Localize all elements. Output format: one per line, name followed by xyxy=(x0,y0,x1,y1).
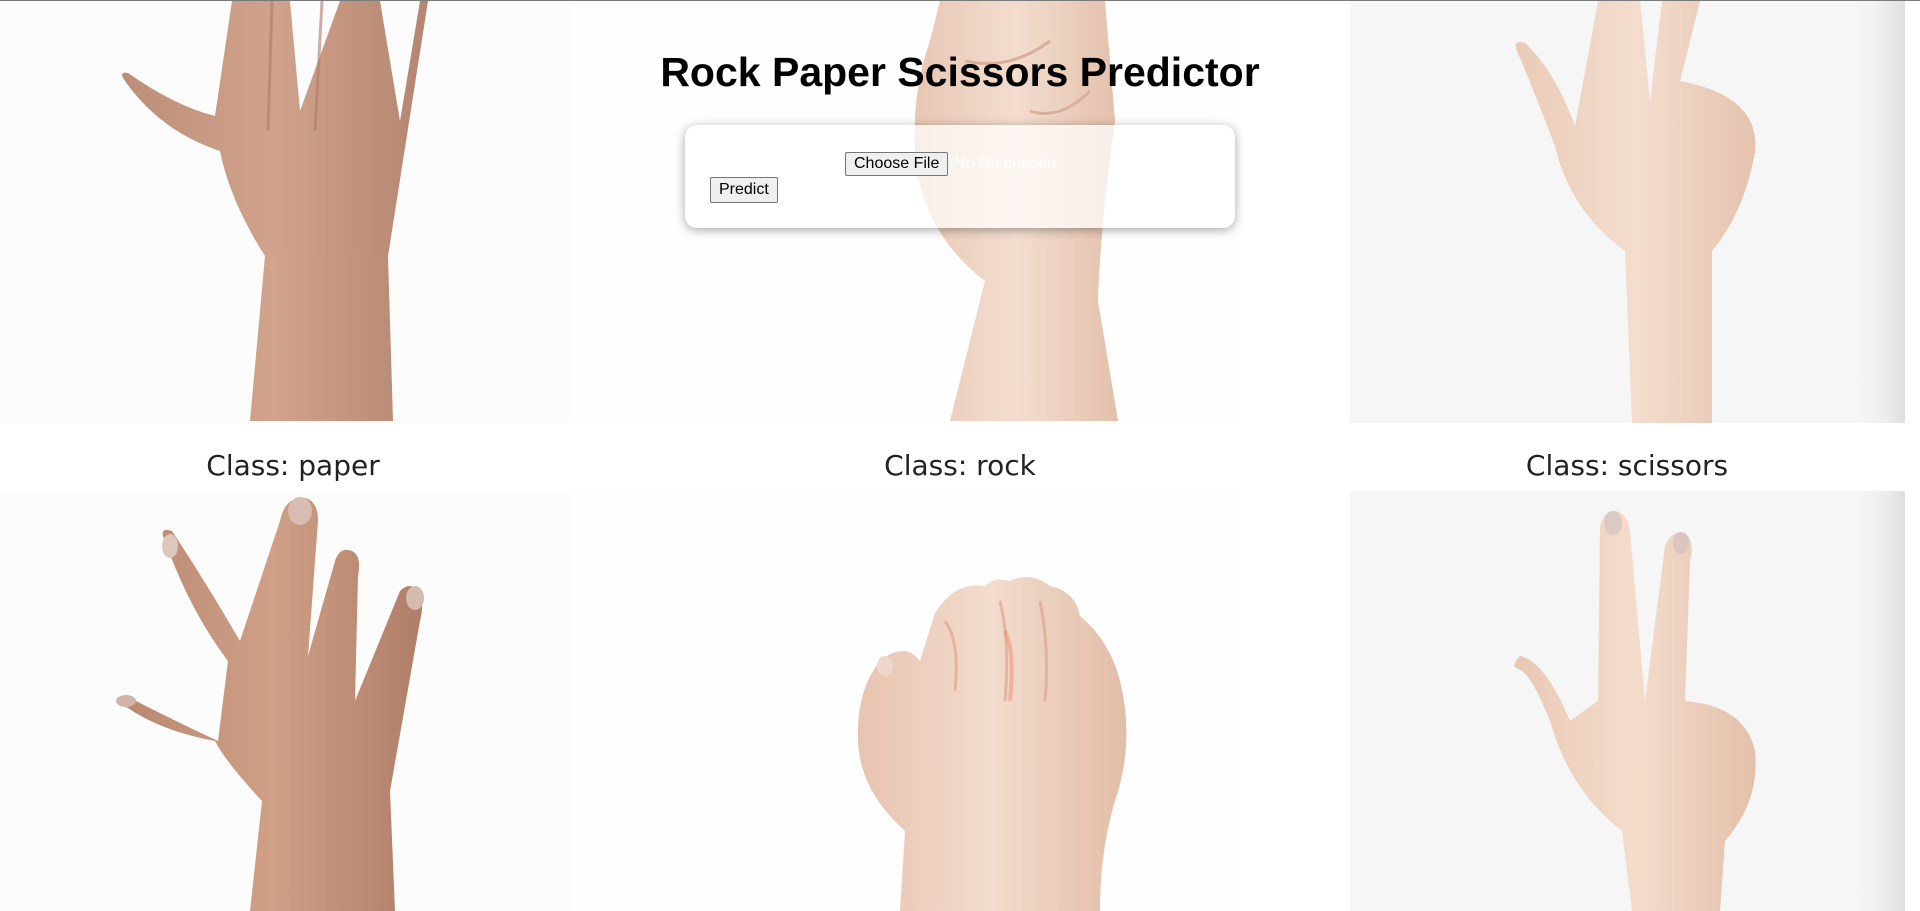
choose-file-button[interactable]: Choose File xyxy=(845,152,949,176)
predict-button[interactable]: Predict xyxy=(710,177,778,203)
upload-form: Choose File No file chosen Predict xyxy=(685,125,1235,228)
caption-scissors: Class: scissors xyxy=(1525,449,1729,482)
page-title: Rock Paper Scissors Predictor xyxy=(660,49,1260,95)
caption-paper: Class: paper xyxy=(206,449,380,482)
file-input[interactable]: Choose File No file chosen xyxy=(845,152,1056,176)
caption-rock: Class: rock xyxy=(884,449,1036,482)
file-status: No file chosen xyxy=(954,155,1056,172)
